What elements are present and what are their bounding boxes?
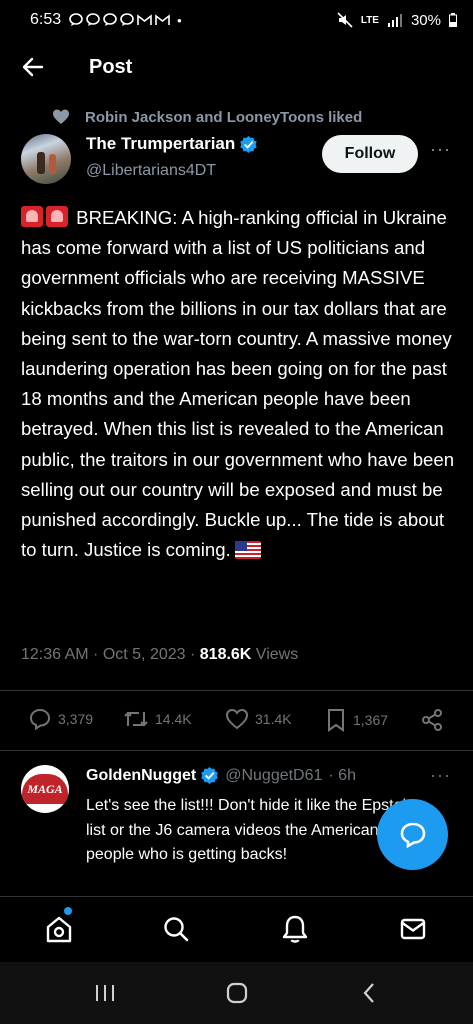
author-avatar[interactable]: [21, 134, 71, 184]
bell-icon: [282, 915, 308, 943]
author-name[interactable]: The Trumpertarian: [86, 134, 235, 154]
repost-count: 14.4K: [155, 711, 192, 727]
post-meta: 12:36 AM · Oct 5, 2023 · 818.6K Views: [21, 646, 298, 664]
reply-count: 3,379: [58, 711, 94, 727]
home-circle-icon: [226, 982, 248, 1004]
recent-apps-icon: [96, 985, 114, 1001]
recent-apps-button[interactable]: [90, 980, 120, 1006]
status-bar: 6:53 • LTE 30%: [0, 0, 473, 40]
chat-bubble-icon: [86, 13, 100, 26]
reply-bubble-icon: [400, 822, 425, 848]
reply-author-name[interactable]: GoldenNugget: [86, 767, 196, 785]
maga-hat-logo: MAGA: [22, 774, 68, 804]
status-time: 6:53: [30, 11, 62, 28]
reply-button[interactable]: 3,379: [28, 708, 93, 730]
post-body: BREAKING: A high-ranking official in Ukr…: [21, 203, 461, 565]
chevron-left-icon: [363, 983, 374, 1003]
search-icon: [164, 917, 189, 942]
repost-icon: [124, 711, 148, 727]
divider: [0, 750, 473, 751]
social-context-text: Robin Jackson and LooneyToons liked: [85, 108, 363, 126]
author-handle[interactable]: @Libertarians4DT: [86, 162, 216, 180]
top-bar: Post: [0, 40, 473, 96]
tab-search[interactable]: [160, 913, 192, 945]
back-arrow-icon: [22, 57, 44, 77]
bookmark-button[interactable]: 1,367: [325, 708, 388, 732]
reply-icon: [29, 708, 51, 730]
reply-author-handle[interactable]: @NuggetD61: [225, 767, 322, 785]
post-text: BREAKING: A high-ranking official in Ukr…: [21, 207, 455, 561]
repost-button[interactable]: 14.4K: [123, 708, 192, 730]
avatar-figure: [37, 152, 45, 174]
reply-text: Let's see the list!!! Don't hide it like…: [86, 797, 415, 863]
bookmark-icon: [328, 709, 344, 732]
like-count: 31.4K: [255, 711, 292, 727]
gmail-icon: [155, 14, 170, 25]
gmail-icon: [137, 14, 152, 25]
home-nav-button[interactable]: [222, 980, 252, 1006]
notification-icons: •: [69, 13, 182, 28]
back-button[interactable]: [20, 54, 46, 80]
share-button[interactable]: [420, 708, 450, 732]
heart-outline-icon: [225, 708, 249, 730]
chat-bubble-icon: [103, 13, 117, 26]
more-notifications-dot: •: [177, 12, 182, 28]
post-timestamp[interactable]: 12:36 AM · Oct 5, 2023 ·: [21, 646, 200, 663]
avatar-figure: [49, 154, 56, 174]
signal-icon: [387, 14, 402, 27]
battery-icon: [449, 13, 457, 27]
views-label: Views: [251, 646, 299, 663]
author-name-row[interactable]: The Trumpertarian: [86, 134, 258, 154]
social-context[interactable]: Robin Jackson and LooneyToons liked: [52, 108, 362, 126]
mute-icon: [337, 12, 353, 28]
home-icon: [46, 916, 72, 943]
divider: [0, 690, 473, 691]
reply-more-icon[interactable]: ···: [430, 766, 451, 784]
tab-messages[interactable]: [397, 913, 429, 945]
reply-avatar[interactable]: MAGA: [21, 765, 69, 813]
follow-button[interactable]: Follow: [322, 135, 418, 173]
post-actions: 3,379 14.4K 31.4K 1,367: [0, 700, 473, 740]
battery-percent: 30%: [410, 11, 441, 29]
us-flag-icon: [234, 541, 261, 560]
police-light-icon: [21, 206, 43, 227]
verified-badge-icon: [201, 766, 218, 785]
page-title: Post: [89, 56, 133, 78]
back-nav-button[interactable]: [354, 980, 384, 1006]
views-count: 818.6K: [199, 646, 252, 663]
tab-home[interactable]: [43, 913, 75, 945]
compose-reply-button[interactable]: [377, 799, 448, 870]
reply-time: · 6h: [328, 766, 356, 784]
status-right: LTE 30%: [337, 12, 457, 29]
reply-header: GoldenNugget @NuggetD61 · 6h: [86, 766, 356, 785]
chat-bubble-icon: [69, 13, 83, 26]
tab-notifications[interactable]: [279, 913, 311, 945]
verified-badge-icon: [240, 135, 258, 153]
notification-dot: [64, 907, 72, 915]
more-options-icon[interactable]: ···: [430, 140, 452, 164]
chat-bubble-icon: [120, 13, 134, 26]
police-light-icon: [46, 206, 68, 227]
bottom-tab-bar: [0, 896, 473, 962]
system-nav-bar: [0, 962, 473, 1024]
mail-icon: [400, 918, 426, 940]
like-button[interactable]: 31.4K: [225, 708, 292, 730]
share-icon: [422, 709, 442, 731]
network-type: LTE: [360, 14, 379, 26]
heart-icon: [53, 109, 69, 124]
bookmark-count: 1,367: [353, 712, 389, 728]
